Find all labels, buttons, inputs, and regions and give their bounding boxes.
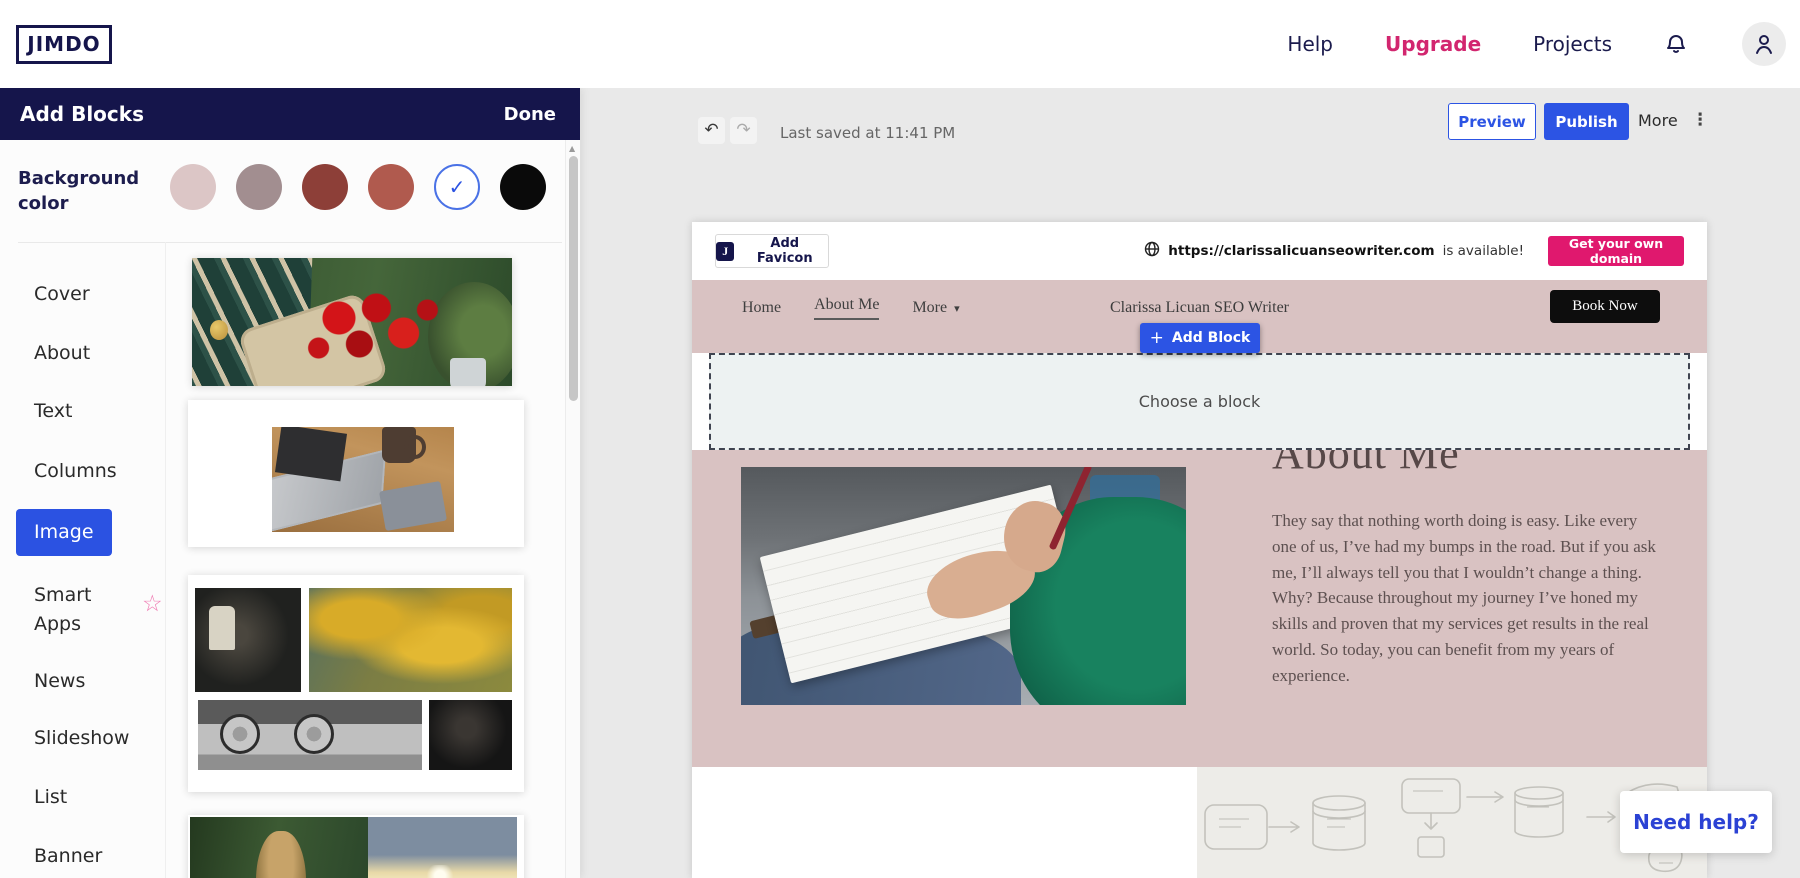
laptop-screen (274, 427, 348, 482)
gallery-photo-band (195, 588, 301, 692)
app-top-bar: JIMDO Help Upgrade Projects (0, 0, 1800, 88)
sidebar-item-about[interactable]: About (34, 342, 90, 364)
site-canvas: J Add Favicon https://clarissalicuanseow… (692, 222, 1707, 878)
image-layout-thumbnail-gallery[interactable] (188, 575, 524, 792)
editor-area: ↶ ↷ Last saved at 11:41 PM Preview Publi… (580, 88, 1800, 878)
about-body-text[interactable]: They say that nothing worth doing is eas… (1272, 508, 1662, 689)
domain-status: is available! (1442, 243, 1524, 259)
color-swatch-light-rose[interactable]: ✓ (170, 164, 216, 210)
upgrade-link[interactable]: Upgrade (1385, 32, 1481, 56)
coffee-mug (382, 427, 426, 463)
last-saved-status: Last saved at 11:41 PM (780, 124, 956, 142)
sidebar-item-news[interactable]: News (34, 670, 85, 692)
publish-button[interactable]: Publish (1544, 103, 1629, 140)
help-link[interactable]: Help (1287, 32, 1333, 56)
add-favicon-label: Add Favicon (756, 236, 813, 266)
bicycle-wheel (294, 714, 334, 754)
kebab-menu-icon: ⋮ (1691, 110, 1709, 130)
color-swatch-white-selected[interactable]: ✓ (434, 164, 480, 210)
book-now-button[interactable]: Book Now (1550, 290, 1660, 323)
next-section-left-column (692, 767, 1197, 878)
duo-photo-woman (190, 817, 368, 878)
bicycle-wheel (220, 714, 260, 754)
premium-star-icon: ☆ (142, 591, 163, 617)
background-color-swatches: ✓ ✓ ✓ ✓ ✓ ✓ (170, 164, 546, 210)
choose-block-label: Choose a block (1138, 392, 1261, 411)
background-color-label: Background color (18, 168, 140, 214)
jimdo-logo[interactable]: JIMDO (16, 25, 112, 64)
add-blocks-panel: Add Blocks Done Background color ✓ ✓ ✓ ✓… (0, 88, 580, 878)
woman-hair (256, 831, 306, 878)
flowers-photo-apple (210, 320, 228, 340)
app-top-nav: Help Upgrade Projects (1287, 0, 1786, 88)
new-block-band: Choose a block (692, 353, 1707, 450)
undo-button[interactable]: ↶ (698, 117, 725, 144)
panel-title: Add Blocks (20, 102, 144, 126)
notepad (378, 480, 448, 532)
sidebar-item-cover[interactable]: Cover (34, 283, 90, 305)
jimdo-favicon-icon: J (716, 241, 735, 261)
more-menu[interactable]: More ⋮ (1638, 110, 1709, 130)
sunset-sun (426, 865, 454, 878)
next-section (692, 767, 1707, 878)
site-meta-bar: J Add Favicon https://clarissalicuanseow… (692, 222, 1707, 280)
preview-button[interactable]: Preview (1448, 103, 1536, 140)
redo-button[interactable]: ↷ (730, 117, 757, 144)
need-help-button[interactable]: Need help? (1620, 791, 1772, 853)
image-layout-thumbnail-duo[interactable] (188, 815, 524, 878)
panel-body: Background color ✓ ✓ ✓ ✓ ✓ ✓ Cover About… (0, 140, 580, 878)
check-icon: ✓ (448, 175, 466, 199)
add-block-label: Add Block (1171, 330, 1251, 346)
sidebar-item-columns[interactable]: Columns (34, 460, 117, 482)
choose-block-dropzone[interactable]: Choose a block (709, 353, 1690, 450)
color-swatch-mauve[interactable]: ✓ (236, 164, 282, 210)
gallery-photo-portrait (429, 700, 512, 770)
image-layout-thumbnail-flowers[interactable] (192, 258, 512, 386)
divider (165, 242, 166, 878)
sidebar-item-smart-apps[interactable]: Smart Apps (34, 581, 120, 639)
scrollbar-thumb[interactable] (569, 156, 578, 401)
color-swatch-brick[interactable]: ✓ (368, 164, 414, 210)
projects-link[interactable]: Projects (1533, 32, 1612, 56)
notifications-bell-icon[interactable] (1664, 30, 1690, 58)
sidebar-item-list[interactable]: List (34, 786, 67, 808)
color-swatch-black[interactable]: ✓ (500, 164, 546, 210)
panel-header: Add Blocks Done (0, 88, 580, 140)
domain-url: https://clarissalicuanseowriter.com (1168, 243, 1435, 259)
about-section: They say that nothing worth doing is eas… (692, 450, 1707, 767)
globe-icon (1144, 241, 1160, 261)
laptop-desk-photo (272, 427, 454, 532)
divider (18, 242, 562, 243)
account-avatar[interactable] (1742, 22, 1786, 66)
about-photo-writing[interactable] (741, 467, 1186, 705)
get-domain-button[interactable]: Get your own domain (1548, 236, 1684, 266)
sidebar-item-image[interactable]: Image (16, 509, 112, 556)
add-favicon-button[interactable]: J Add Favicon (715, 234, 829, 268)
jimdo-editor-screen: JIMDO Help Upgrade Projects Add Blocks D… (0, 0, 1800, 878)
domain-availability: https://clarissalicuanseowriter.com is a… (1144, 236, 1684, 266)
sidebar-item-slideshow[interactable]: Slideshow (34, 727, 129, 749)
image-layout-thumbnail-framed[interactable] (188, 400, 524, 547)
scroll-up-arrow-icon[interactable]: ▲ (569, 144, 575, 153)
plus-icon: + (1149, 328, 1164, 348)
gallery-photo-bananas (309, 588, 512, 692)
gallery-photo-bicycle (198, 700, 422, 770)
more-label: More (1638, 110, 1678, 130)
done-button[interactable]: Done (504, 104, 556, 125)
flowers-photo-blooms (288, 278, 458, 378)
add-block-button[interactable]: + Add Block (1140, 323, 1260, 353)
sidebar-item-text[interactable]: Text (34, 400, 72, 422)
sidebar-scrollbar[interactable]: ▲ (565, 140, 580, 878)
duo-photo-sunset (368, 817, 517, 878)
color-swatch-dark-brick[interactable]: ✓ (302, 164, 348, 210)
sidebar-item-banner[interactable]: Banner (34, 845, 102, 867)
